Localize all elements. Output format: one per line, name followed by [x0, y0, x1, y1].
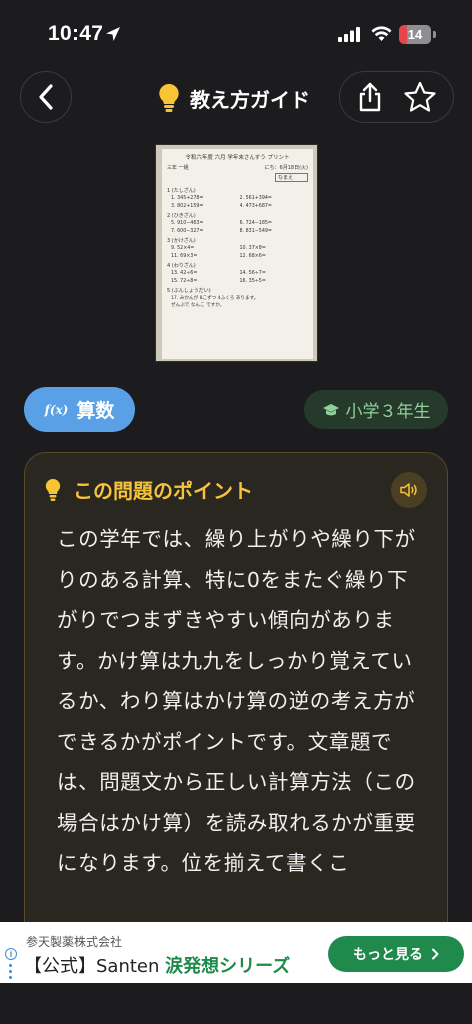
- worksheet-class: 三年 一組: [167, 165, 189, 171]
- worksheet-problem: 14. 56÷7=: [239, 271, 266, 276]
- worksheet-problem: 2. 561+394=: [239, 196, 272, 201]
- worksheet-problem: 4. 473+687=: [239, 203, 272, 209]
- card-body-text: この学年では、繰り上がりや繰り下がりのある計算、特に0をまたぐ繰り下がりでつまず…: [57, 527, 416, 875]
- read-aloud-button[interactable]: [391, 472, 427, 508]
- worksheet-section-label: 4 (わりざん): [167, 263, 196, 269]
- battery-indicator: 14: [399, 25, 431, 44]
- worksheet-problem: 8. 831−549=: [239, 228, 272, 234]
- location-arrow-icon: [106, 27, 120, 41]
- worksheet-problem: 6. 724−185=: [239, 221, 272, 226]
- chevron-left-icon: [39, 84, 53, 110]
- ad-headline-highlight: 涙発想シリーズ: [165, 956, 291, 977]
- worksheet-problem: 13. 42÷6=: [171, 271, 198, 276]
- speaker-icon: [400, 483, 417, 497]
- battery-tip: [433, 31, 436, 38]
- worksheet-problem: 1. 345+278=: [171, 196, 204, 201]
- page-title-group: 教え方ガイド: [158, 80, 310, 116]
- worksheet-problem: 5. 910−463=: [171, 221, 204, 226]
- wifi-icon: [371, 26, 392, 41]
- card-header: この問題のポイント: [45, 475, 253, 504]
- problem-image-thumbnail[interactable]: 令和六年度 六月 学年末さんすう プリント 三年 一組 にち：6月18日(火) …: [155, 144, 318, 362]
- worksheet-date: にち：6月18日(火): [264, 165, 308, 171]
- worksheet-sections: 1 (たしざん) 1. 345+278= 2. 561+394= 3. 802+159…: [167, 187, 308, 309]
- worksheet-problem-grid: 1. 345+278= 2. 561+394= 3. 802+159= 4. 473+…: [167, 195, 308, 210]
- function-icon: f(x): [44, 402, 69, 417]
- cellular-signal-icon: [338, 27, 360, 42]
- worksheet-problem-grid: 9. 52×4= 10. 37×8= 11. 69×3= 12. 68×6=: [167, 245, 308, 260]
- graduation-cap-icon: [322, 403, 339, 415]
- status-time: 10:47: [48, 22, 104, 45]
- battery-level: 14: [407, 27, 423, 42]
- ad-cta-label: もっと見る: [353, 947, 423, 963]
- page-title: 教え方ガイド: [190, 87, 310, 112]
- worksheet-image: 令和六年度 六月 学年末さんすう プリント 三年 一組 にち：6月18日(火) …: [162, 149, 313, 359]
- ad-headline: 【公式】Santen 涙発想シリーズ: [24, 952, 290, 978]
- worksheet-problem-grid: 17. みかんが 8こずつ 4ふくろ あります。 ぜんぶで なんこ ですか。: [167, 295, 308, 309]
- worksheet-problem: 17. みかんが 8こずつ 4ふくろ あります。: [171, 296, 259, 301]
- ad-advertiser: 参天製薬株式会社: [26, 935, 123, 949]
- subject-tag[interactable]: f(x) 算数: [24, 387, 135, 432]
- worksheet-problem-grid: 5. 910−463= 6. 724−185= 7. 600−327= 8. 831−…: [167, 220, 308, 235]
- worksheet-problem: 11. 69×3=: [171, 253, 198, 259]
- share-icon[interactable]: [356, 81, 384, 113]
- ad-cta-button[interactable]: もっと見る: [328, 936, 464, 972]
- worksheet-problem: 7. 600−327=: [171, 228, 204, 234]
- star-icon[interactable]: [403, 81, 437, 113]
- lightbulb-icon: [45, 478, 61, 501]
- home-indicator-area: [0, 983, 472, 1024]
- subject-label: 算数: [76, 400, 115, 422]
- card-title: この問題のポイント: [73, 479, 253, 503]
- ad-info-icon[interactable]: i: [5, 948, 17, 960]
- chevron-right-icon: [432, 948, 439, 960]
- worksheet-problem: 9. 52×4=: [171, 246, 195, 251]
- back-button[interactable]: [20, 71, 72, 123]
- status-bar: 10:47 14: [0, 0, 472, 70]
- worksheet-problem: 15. 72÷8=: [171, 278, 198, 284]
- worksheet-section-label: 5 (ぶんしょうだい): [167, 288, 211, 294]
- ad-headline-prefix: 【公式】Santen: [24, 956, 160, 977]
- worksheet-title: 令和六年度 六月 学年末さんすう プリント: [185, 155, 290, 161]
- worksheet-problem: 3. 802+159=: [171, 203, 204, 209]
- grade-label: 小学３年生: [345, 402, 431, 422]
- worksheet-problem: 12. 68×6=: [239, 253, 266, 259]
- worksheet-name-label: なまえ: [274, 173, 308, 182]
- ad-menu-dots-icon[interactable]: [9, 964, 13, 982]
- problem-point-card: この問題のポイント この学年では、繰り上がりや繰り下がりのある計算、特に0をまた…: [24, 452, 448, 972]
- worksheet-problem: ぜんぶで なんこ ですか。: [171, 303, 225, 308]
- worksheet-problem: 16. 35÷5=: [239, 278, 266, 284]
- grade-tag: 小学３年生: [304, 390, 448, 429]
- worksheet-section-label: 2 (ひきざん): [167, 213, 196, 219]
- worksheet-section-label: 1 (たしざん): [167, 188, 196, 194]
- worksheet-problem: 10. 37×8=: [239, 246, 266, 251]
- worksheet-section-label: 3 (かけざん): [167, 238, 196, 244]
- lightbulb-icon: [159, 83, 179, 112]
- worksheet-problem-grid: 13. 42÷6= 14. 56÷7= 15. 72÷8= 16. 35÷5=: [167, 270, 308, 285]
- header-actions: [339, 71, 454, 123]
